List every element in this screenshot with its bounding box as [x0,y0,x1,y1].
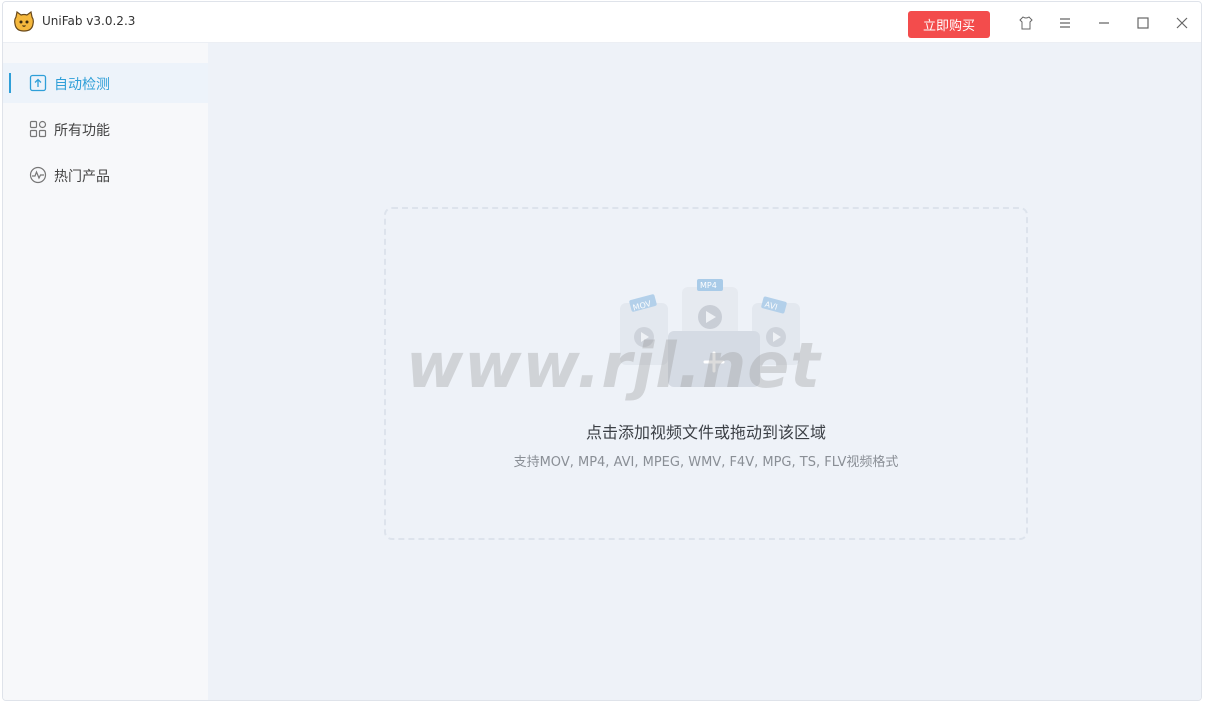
sidebar: 自动检测 所有功能 热门产品 [3,43,208,700]
upload-box-icon [29,74,47,92]
mp4-badge: MP4 [700,281,717,290]
sidebar-item-label: 自动检测 [54,77,110,93]
grid-icon [29,120,47,138]
menu-icon[interactable] [1054,12,1076,34]
minimize-icon[interactable] [1093,12,1115,34]
file-drop-zone[interactable]: MOV AVI MP4 www.rjl.net 点击添加视频文件或拖动到该区域 … [384,207,1028,540]
sidebar-item-auto-detect[interactable]: 自动检测 [3,63,208,103]
buy-now-button[interactable]: 立即购买 [908,11,990,38]
app-window: UniFab v3.0.2.3 立即购买 自动检测 所有功能 热门产品 MOV … [2,1,1202,701]
close-icon[interactable] [1171,12,1193,34]
maximize-icon[interactable] [1132,12,1154,34]
cat-face-icon [14,11,34,32]
title-bar[interactable]: UniFab v3.0.2.3 立即购买 [3,2,1201,43]
sidebar-item-label: 所有功能 [54,123,110,139]
watermark: www.rjl.net [406,329,821,402]
active-indicator [9,73,11,93]
drop-zone-title: 点击添加视频文件或拖动到该区域 [585,423,826,442]
sidebar-item-hot-products[interactable]: 热门产品 [3,155,208,195]
pulse-circle-icon [29,166,47,184]
skin-icon[interactable] [1015,12,1037,34]
sidebar-item-label: 热门产品 [54,169,110,185]
app-title: UniFab v3.0.2.3 [42,14,136,28]
main-area: MOV AVI MP4 www.rjl.net 点击添加视频文件或拖动到该区域 … [208,43,1201,700]
drop-zone-subtitle: 支持MOV, MP4, AVI, MPEG, WMV, F4V, MPG, TS… [513,455,899,470]
sidebar-item-all-features[interactable]: 所有功能 [3,109,208,149]
